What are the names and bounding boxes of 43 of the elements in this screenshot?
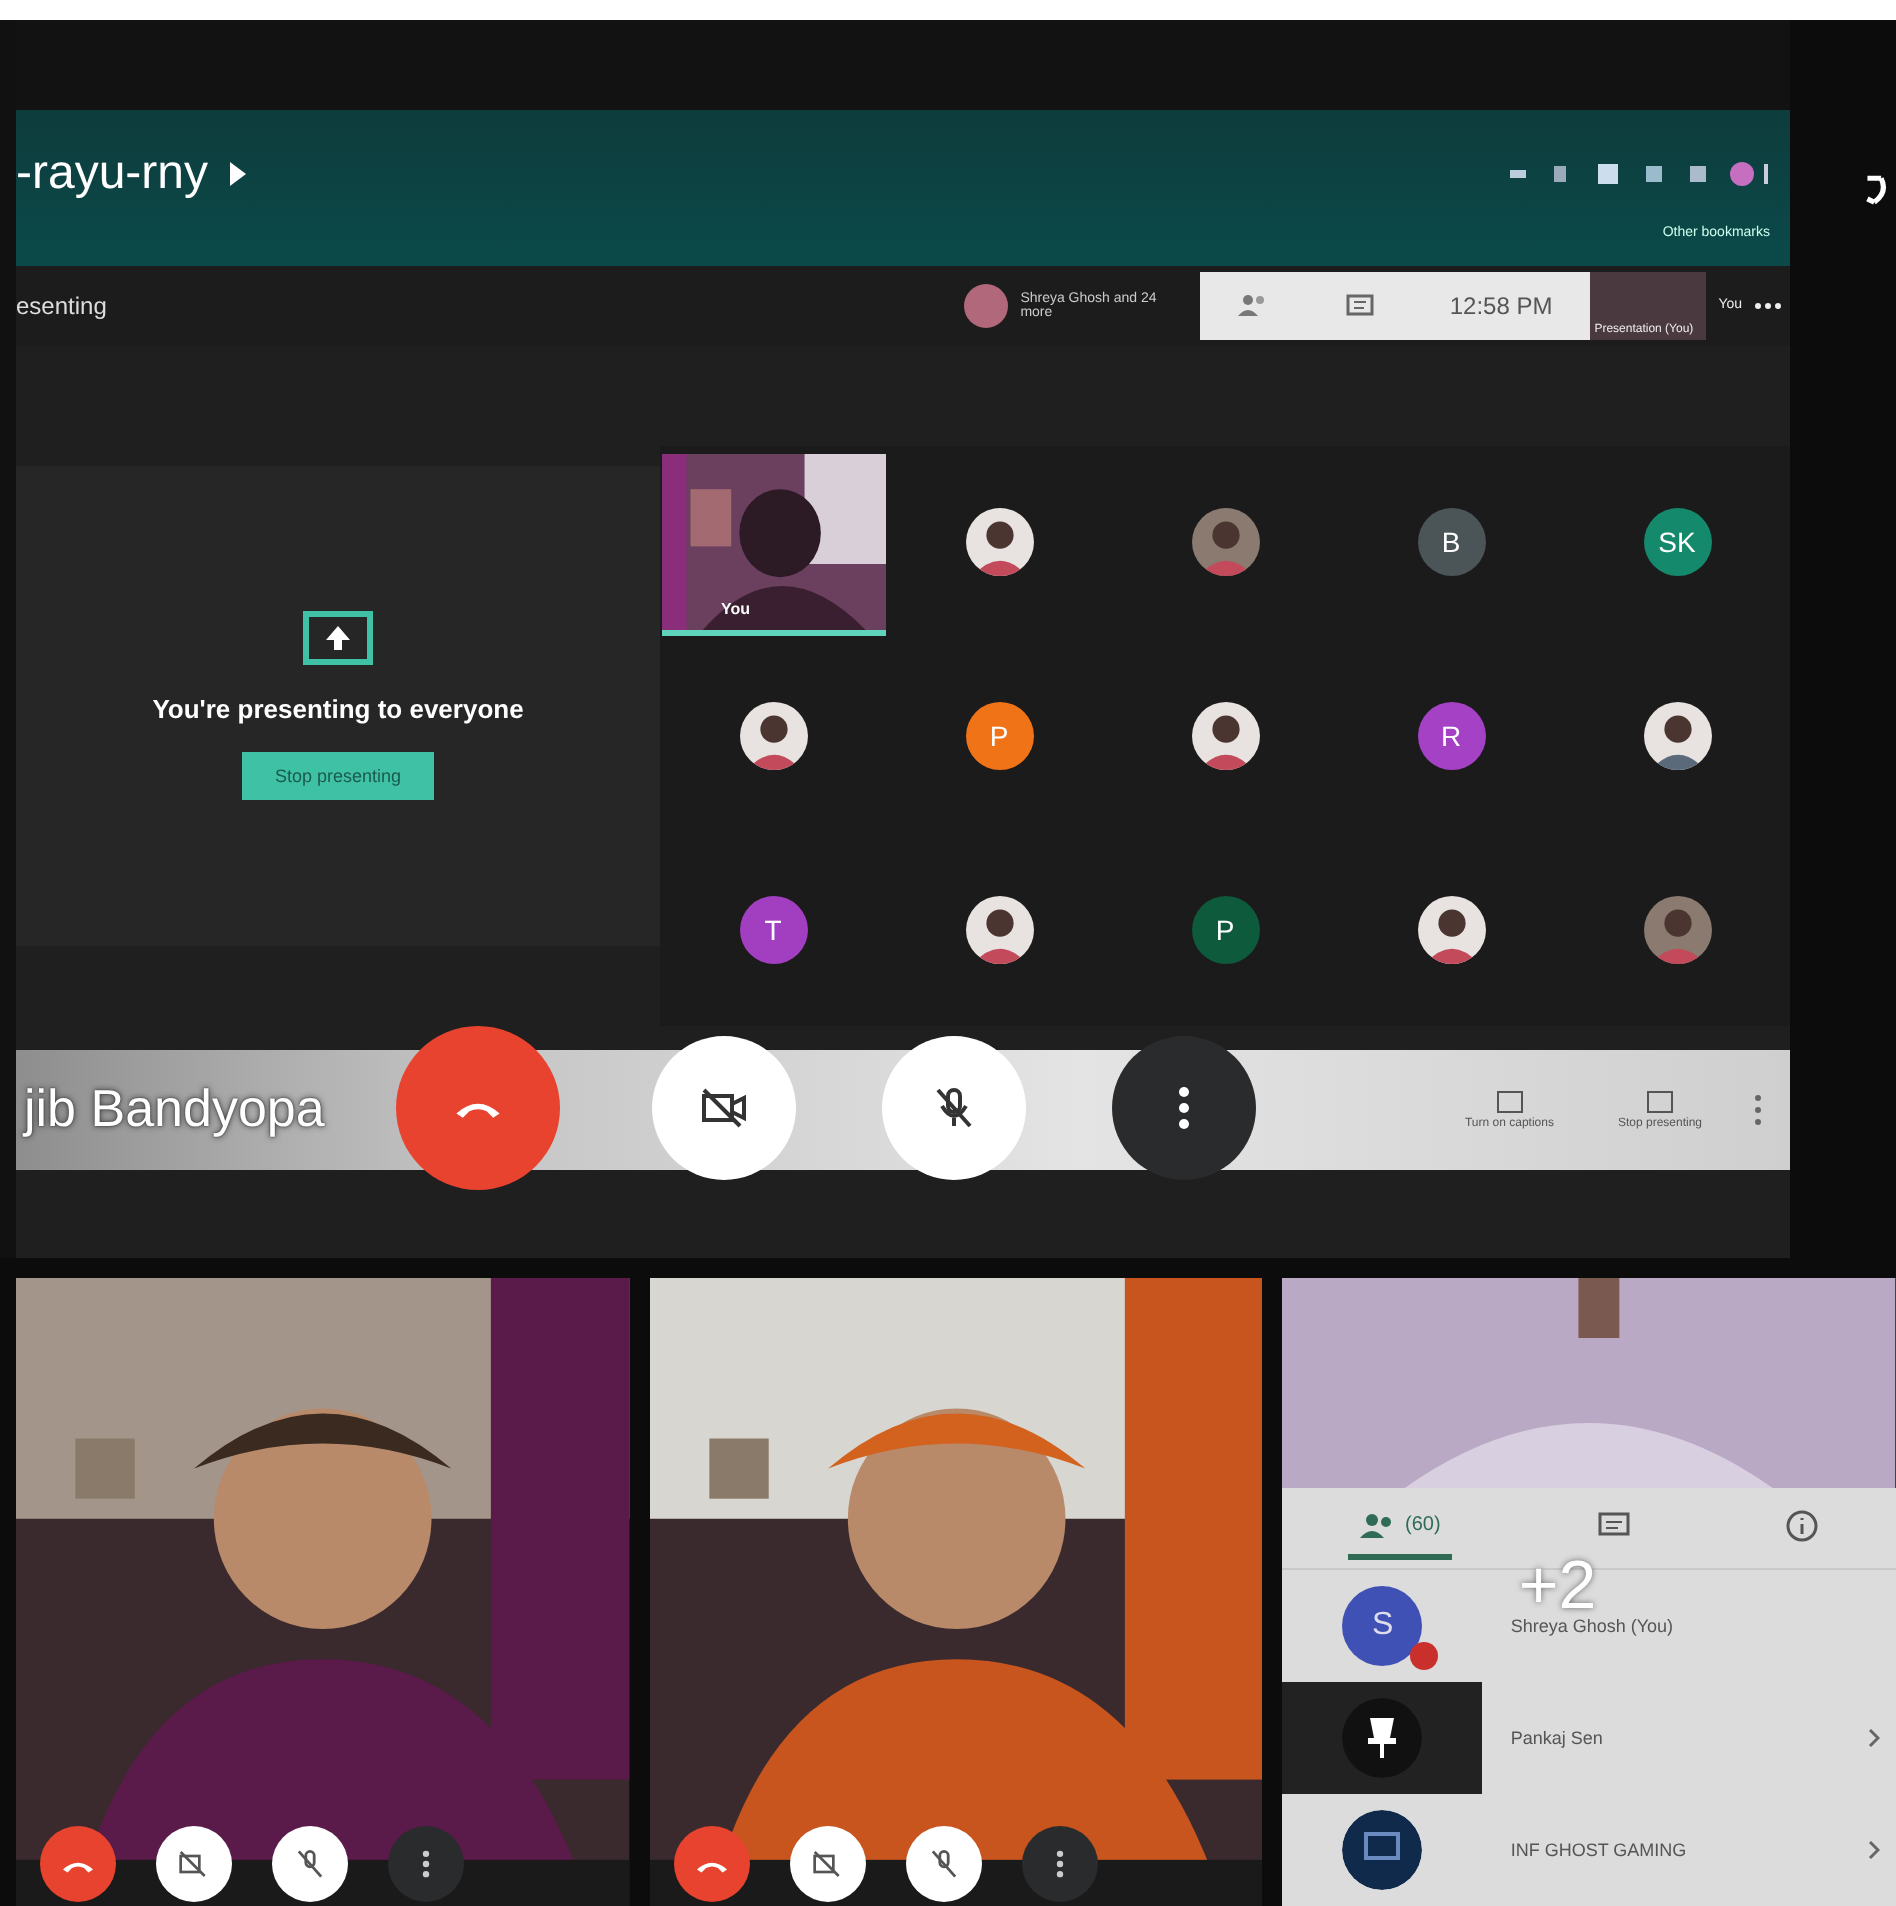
self-name: You	[721, 599, 751, 618]
participant-name[interactable]: Pankaj Sen	[1510, 1728, 1603, 1748]
info-icon	[1785, 1509, 1818, 1541]
stop-presenting-button[interactable]: Stop presenting	[242, 752, 434, 801]
mic-off-icon	[296, 1848, 324, 1880]
avatar	[964, 283, 1009, 328]
avatar: SK	[1643, 508, 1711, 577]
chevron-icon	[1868, 1728, 1881, 1748]
play-icon[interactable]	[228, 159, 249, 188]
participant-name[interactable]: Shreya Ghosh (You)	[1510, 1616, 1674, 1636]
mic-off-badge	[1410, 1642, 1439, 1670]
avatar: T	[739, 895, 807, 964]
panel-tab[interactable]: (60)	[1348, 1497, 1453, 1559]
clock-time: 12:58 PM	[1449, 291, 1553, 320]
self-video-tile[interactable]: You	[661, 453, 885, 636]
people-icon	[1360, 1513, 1397, 1537]
presenting-label: esenting	[16, 291, 107, 320]
chat-icon	[1597, 1511, 1630, 1539]
page-title: -rayu-rny	[16, 145, 209, 202]
avatar: P	[1191, 895, 1259, 964]
action-icon	[1495, 1089, 1524, 1114]
more-icon	[1178, 1085, 1190, 1130]
more-icon	[422, 1850, 430, 1878]
present-screen-icon	[302, 610, 374, 667]
mic-off-icon	[934, 1085, 974, 1130]
chevron-icon	[1868, 1840, 1881, 1860]
camera-off-icon	[811, 1850, 844, 1878]
presenter-name: jib Bandyopa	[20, 1078, 325, 1141]
avatar: S	[1342, 1586, 1423, 1666]
mic-off-icon	[929, 1848, 958, 1880]
avatar: R	[1417, 701, 1485, 770]
action-icon	[1645, 1089, 1674, 1114]
more-icon	[1055, 1850, 1064, 1878]
chat-icon[interactable]	[1346, 293, 1374, 318]
participant-name[interactable]: INF GHOST GAMING	[1510, 1840, 1687, 1860]
pin-icon	[1342, 1698, 1423, 1778]
avatar: P	[965, 701, 1033, 770]
avatar: B	[1417, 508, 1485, 577]
presenting-message: You're presenting to everyone	[152, 694, 524, 725]
camera-off-icon	[178, 1850, 210, 1878]
camera-off-icon	[700, 1087, 748, 1128]
overflow-count: +2	[1518, 1556, 1597, 1618]
extension-icons[interactable]	[1510, 159, 1770, 188]
